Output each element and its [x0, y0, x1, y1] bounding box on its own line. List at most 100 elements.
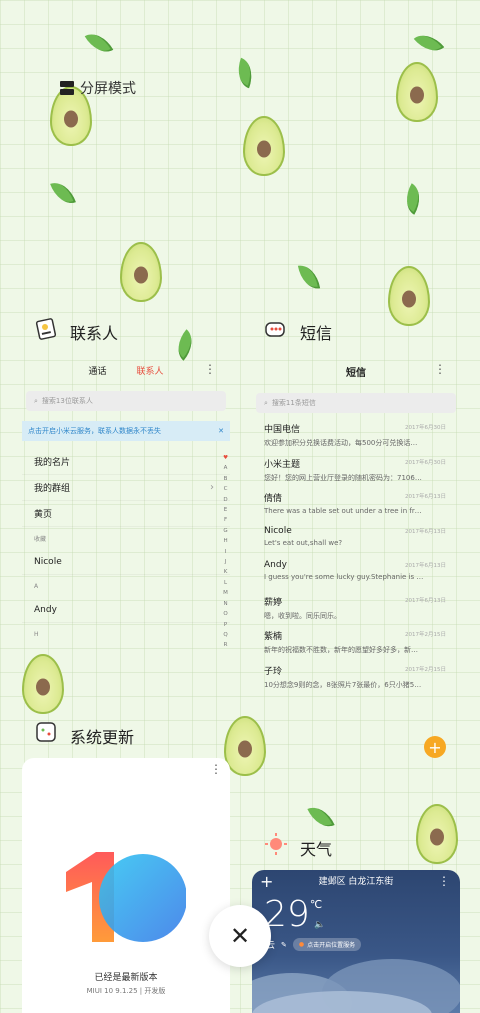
- leaf-decoration: [413, 27, 445, 59]
- close-icon: ✕: [229, 922, 251, 950]
- contacts-title: 联系人: [70, 324, 119, 343]
- sms-preview: 新年的祝福数不胜数，新年的愿望好多好多，新年…: [264, 646, 424, 654]
- contact-list: 我的名片 我的群组 › 黄页 收藏 Nicole A Andy H ♥ A B C D E F G H I J K L M…: [22, 449, 230, 648]
- sms-thread-item[interactable]: Andy I guess you're some lucky guy.Stepha…: [252, 557, 460, 592]
- sms-header: 短信: [346, 368, 366, 379]
- weather-temperature: 29: [264, 894, 310, 935]
- sms-date: 2017年6月30日: [405, 459, 446, 466]
- contact-row[interactable]: 我的名片: [22, 449, 230, 475]
- contacts-search-input[interactable]: ⌕ 搜索13位联系人: [26, 391, 226, 411]
- contact-label: A: [34, 582, 39, 590]
- more-menu-icon[interactable]: ⋮: [204, 362, 216, 376]
- contact-row[interactable]: 黄页: [22, 501, 230, 527]
- contact-section-header: 收藏: [22, 527, 230, 549]
- alphabet-letter[interactable]: E: [223, 505, 228, 515]
- alphabet-letter[interactable]: P: [223, 620, 228, 630]
- weather-title: 天气: [300, 840, 333, 859]
- sms-thread-item[interactable]: 薪婷 嗯，收到啦。同乐同乐。 2017年6月13日: [252, 592, 460, 627]
- sms-date: 2017年6月13日: [405, 563, 446, 569]
- split-screen-icon: [60, 81, 74, 95]
- sms-card[interactable]: 短信 ⋮ ⌕ 搜索11条短信 中国电信 欢迎参加积分兑换话费活动，每500分可兑换…: [252, 352, 460, 772]
- contacts-app-icon: [34, 317, 58, 341]
- weather-card[interactable]: + 建邺区 白龙江东街 ⋮ 29 ℃ 🔈 云 ✎ ● 点击开启位置服务: [252, 870, 460, 1013]
- alphabet-letter[interactable]: K: [223, 567, 228, 577]
- sms-preview: I guess you're some lucky guy.Stephanie …: [264, 573, 424, 581]
- sms-date: 2017年6月13日: [405, 494, 446, 500]
- alphabet-letter[interactable]: F: [223, 515, 228, 525]
- leaf-decoration: [232, 57, 258, 89]
- update-app-icon: [34, 720, 58, 744]
- sms-thread-item[interactable]: 紫楠 新年的祝福数不胜数，新年的愿望好多好多，新年… 2017年2月15日: [252, 626, 460, 661]
- contacts-card[interactable]: 通话 联系人 ⋮ ⌕ 搜索13位联系人 点击开启小米云服务，联系人数据永不丢失 …: [22, 352, 230, 662]
- alphabet-letter[interactable]: R: [223, 640, 228, 650]
- sms-thread-item[interactable]: 倩倩 There was a table set out under a tree…: [252, 488, 460, 523]
- sms-preview: 您好！您的网上营业厅登录的随机密码为：710679…: [264, 473, 424, 482]
- sms-title: 短信: [300, 324, 333, 343]
- sms-preview: 10分想念9则的念，8张照片7张最价，6只小猪5只…: [264, 680, 424, 689]
- alphabet-letter[interactable]: H: [223, 536, 228, 546]
- sms-date: 2017年2月15日: [405, 666, 446, 673]
- sms-thread-item[interactable]: 子玲 10分想念9则的念，8张照片7张最价，6只小猪5只… 2017年2月15日: [252, 661, 460, 696]
- avocado-decoration: [388, 266, 430, 326]
- alphabet-letter[interactable]: L: [223, 578, 228, 588]
- alphabet-letter[interactable]: ♥: [223, 453, 228, 463]
- more-menu-icon[interactable]: ⋮: [210, 762, 222, 776]
- search-icon: ⌕: [264, 398, 268, 407]
- sms-list: 中国电信 欢迎参加积分兑换话费活动，每500分可兑换话费5元… 2017年6月30日…: [252, 419, 460, 695]
- close-icon[interactable]: ✕: [218, 427, 224, 435]
- alphabet-letter[interactable]: G: [223, 526, 228, 536]
- sms-app-icon: [264, 318, 288, 342]
- sms-thread-item[interactable]: 小米主题 您好！您的网上营业厅登录的随机密码为：710679… 2017年6月30日: [252, 454, 460, 489]
- miui-10-logo: [66, 852, 186, 942]
- contacts-search-placeholder: 搜索13位联系人: [41, 397, 93, 405]
- cloud-service-banner[interactable]: 点击开启小米云服务，联系人数据永不丢失 ✕: [22, 421, 230, 441]
- search-icon: ⌕: [34, 396, 38, 405]
- sms-search-placeholder: 搜索11条短信: [271, 399, 316, 407]
- sms-preview: 嗯，收到啦。同乐同乐。: [264, 611, 341, 620]
- more-menu-icon[interactable]: ⋮: [438, 874, 450, 888]
- avocado-decoration: [243, 116, 285, 176]
- chevron-right-icon: ›: [210, 482, 214, 493]
- contact-label: 收藏: [34, 535, 47, 543]
- leaf-decoration: [50, 177, 76, 209]
- sms-search-input[interactable]: ⌕ 搜索11条短信: [256, 393, 456, 413]
- alphabet-letter[interactable]: M: [223, 588, 228, 598]
- alphabet-letter[interactable]: C: [223, 484, 228, 494]
- system-update-card[interactable]: ⋮ 已经是最新版本 MIUI 10 9.1.25 | 开发版: [22, 758, 230, 1013]
- sms-date: 2017年6月13日: [405, 597, 446, 604]
- alphabet-letter[interactable]: I: [223, 547, 228, 557]
- update-version: MIUI 10 9.1.25 | 开发版: [86, 987, 166, 995]
- weather-app-icon: [264, 832, 288, 856]
- tab-contacts[interactable]: 联系人: [137, 364, 164, 377]
- alphabet-letter[interactable]: O: [223, 609, 228, 619]
- alphabet-letter[interactable]: B: [223, 474, 228, 484]
- contact-row[interactable]: 我的群组 ›: [22, 475, 230, 501]
- alphabet-letter[interactable]: N: [223, 599, 228, 609]
- alphabet-letter[interactable]: J: [223, 557, 228, 567]
- new-message-button[interactable]: +: [424, 736, 446, 758]
- sms-date: 2017年6月13日: [405, 528, 446, 535]
- update-title: 系统更新: [70, 728, 135, 747]
- split-screen-header[interactable]: 分屏模式: [60, 78, 136, 98]
- alphabet-letter[interactable]: A: [223, 463, 228, 473]
- alphabet-letter[interactable]: Q: [223, 630, 228, 640]
- contact-row[interactable]: Andy: [22, 597, 230, 623]
- contact-label: 我的名片: [34, 458, 71, 468]
- contact-section-header: H: [22, 623, 230, 645]
- alphabet-letter[interactable]: D: [223, 495, 228, 505]
- contact-label: 黄页: [34, 510, 53, 520]
- leaf-decoration: [307, 801, 335, 833]
- avocado-decoration: [120, 242, 162, 302]
- split-screen-label: 分屏模式: [80, 81, 136, 97]
- close-button[interactable]: ✕: [209, 905, 271, 967]
- contact-row[interactable]: Nicole: [22, 549, 230, 575]
- speaker-icon[interactable]: 🔈: [314, 920, 325, 930]
- tab-calls[interactable]: 通话: [88, 364, 106, 377]
- more-menu-icon[interactable]: ⋮: [434, 362, 446, 376]
- weather-unit: ℃: [309, 898, 323, 911]
- avocado-decoration: [416, 804, 458, 864]
- alphabet-index[interactable]: ♥ A B C D E F G H I J K L M N O P Q R: [223, 453, 228, 651]
- sms-thread-item[interactable]: Nicole Let's eat out,shall we? 2017年6月13日: [252, 523, 460, 558]
- sms-thread-item[interactable]: 中国电信 欢迎参加积分兑换话费活动，每500分可兑换话费5元… 2017年6月30日: [252, 419, 460, 454]
- avocado-decoration: [396, 62, 438, 122]
